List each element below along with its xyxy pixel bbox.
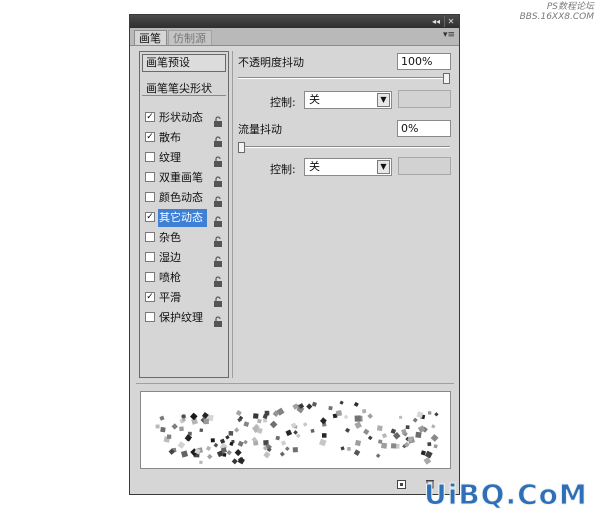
setting-checkbox[interactable] (145, 152, 155, 162)
setting-label: 平滑 (159, 291, 181, 304)
list-item[interactable]: 杂色 (142, 228, 226, 248)
flow-jitter-input[interactable]: 0% (397, 120, 451, 137)
list-item[interactable]: 湿边 (142, 248, 226, 268)
watermark-top: PS数程论坛 BBS.16XX8.COM (520, 2, 594, 22)
list-item[interactable]: 双重画笔 (142, 168, 226, 188)
opacity-jitter-input[interactable]: 100% (397, 53, 451, 70)
list-item[interactable]: ✓ 平滑 (142, 288, 226, 308)
tab-bar: 画笔 仿制源 ▾≡ (130, 28, 459, 46)
setting-checkbox[interactable]: ✓ (145, 212, 155, 222)
opacity-jitter-slider-thumb[interactable] (443, 73, 450, 84)
brush-panel: ◂◂ ✕ 画笔 仿制源 ▾≡ 画笔预设 画笔笔尖形状 ✓ 形状动态 ✓ 散布纹理双重画… (129, 14, 460, 495)
setting-label: 纹理 (159, 151, 181, 164)
setting-checkbox[interactable]: ✓ (145, 292, 155, 302)
chevron-down-icon[interactable]: ▼ (377, 93, 390, 107)
lock-icon[interactable] (213, 312, 223, 327)
setting-checkbox[interactable] (145, 312, 155, 322)
flow-jitter-label: 流量抖动 (238, 123, 282, 136)
flow-control-value: 关 (309, 160, 320, 173)
setting-label: 散布 (159, 131, 181, 144)
brush-stroke-preview (140, 391, 451, 469)
list-item[interactable]: ✓ 其它动态 (142, 208, 226, 228)
panel-titlebar[interactable]: ◂◂ ✕ (130, 15, 459, 28)
setting-checkbox[interactable] (145, 192, 155, 202)
list-item[interactable]: 颜色动态 (142, 188, 226, 208)
flow-jitter-slider[interactable] (238, 146, 450, 149)
tab-clone-source[interactable]: 仿制源 (168, 30, 212, 45)
lock-icon[interactable] (213, 232, 223, 247)
setting-label: 形状动态 (159, 111, 203, 124)
tab-brush[interactable]: 画笔 (134, 30, 167, 45)
list-item[interactable]: 纹理 (142, 148, 226, 168)
list-item[interactable]: 保护纹理 (142, 308, 226, 328)
opacity-control-fade-field (398, 90, 451, 108)
create-new-brush-icon[interactable] (397, 479, 407, 489)
setting-label: 保护纹理 (159, 311, 203, 324)
panel-menu-icon[interactable]: ▾≡ (443, 30, 455, 40)
collapse-panel-icon[interactable]: ◂◂ (429, 16, 443, 27)
lock-icon[interactable] (213, 292, 223, 307)
brush-stroke-preview-image (155, 400, 439, 465)
flow-control-label: 控制: (270, 163, 296, 176)
setting-label: 喷枪 (159, 271, 181, 284)
setting-checkbox[interactable]: ✓ (145, 112, 155, 122)
list-item[interactable]: 喷枪 (142, 268, 226, 288)
vertical-divider (232, 51, 233, 378)
close-icon[interactable]: ✕ (444, 16, 457, 27)
setting-label: 杂色 (159, 231, 181, 244)
flow-jitter-slider-thumb[interactable] (238, 142, 245, 153)
setting-checkbox[interactable] (145, 232, 155, 242)
setting-checkbox[interactable] (145, 272, 155, 282)
setting-checkbox[interactable] (145, 252, 155, 262)
brush-presets-button[interactable]: 画笔预设 (142, 54, 226, 72)
lock-icon[interactable] (213, 192, 223, 207)
brush-tip-shape-item[interactable]: 画笔笔尖形状 (146, 80, 212, 96)
lock-icon[interactable] (213, 252, 223, 267)
lock-icon[interactable] (213, 112, 223, 127)
opacity-control-value: 关 (309, 93, 320, 106)
list-item[interactable]: ✓ 散布 (142, 128, 226, 148)
lock-icon[interactable] (213, 212, 223, 227)
setting-checkbox[interactable]: ✓ (145, 132, 155, 142)
brush-settings-list: 画笔预设 画笔笔尖形状 ✓ 形状动态 ✓ 散布纹理双重画笔颜色动态 ✓ 其它动态杂色湿边喷… (139, 51, 229, 378)
watermark-bottom: UiBQ.CoM (424, 478, 588, 512)
list-item[interactable]: ✓ 形状动态 (142, 108, 226, 128)
opacity-control-label: 控制: (270, 96, 296, 109)
opacity-control-select[interactable]: 关 ▼ (304, 91, 392, 109)
lock-icon[interactable] (213, 272, 223, 287)
panel-bottom-bar (130, 474, 459, 494)
setting-label: 其它动态 (159, 211, 203, 224)
setting-label: 双重画笔 (159, 171, 203, 184)
watermark-top-line2: BBS.16XX8.COM (519, 12, 594, 22)
watermark-top-line1: PS数程论坛 (546, 2, 594, 12)
opacity-jitter-slider[interactable] (238, 77, 450, 80)
setting-checkbox[interactable] (145, 172, 155, 182)
opacity-jitter-label: 不透明度抖动 (238, 56, 304, 69)
chevron-down-icon[interactable]: ▼ (377, 160, 390, 174)
lock-icon[interactable] (213, 172, 223, 187)
lock-icon[interactable] (213, 152, 223, 167)
setting-label: 湿边 (159, 251, 181, 264)
flow-control-fade-field (398, 157, 451, 175)
list-divider (142, 95, 226, 96)
lock-icon[interactable] (213, 132, 223, 147)
setting-label: 颜色动态 (159, 191, 203, 204)
flow-control-select[interactable]: 关 ▼ (304, 158, 392, 176)
